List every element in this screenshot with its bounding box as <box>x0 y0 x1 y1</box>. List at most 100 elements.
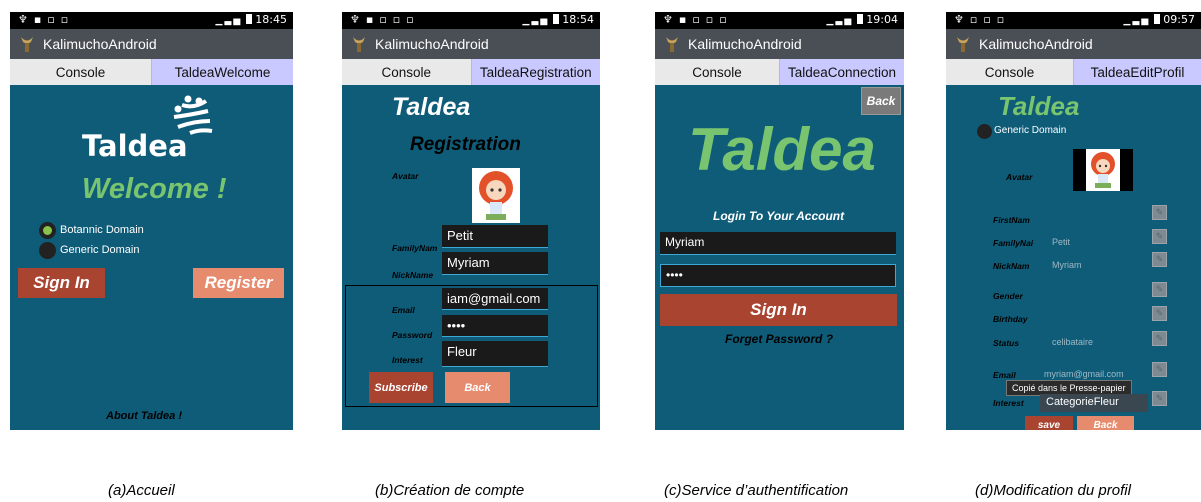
edit-email-pencil-icon[interactable]: ✎ <box>1152 362 1167 377</box>
email-value[interactable]: myriam@gmail.com <box>1044 369 1124 379</box>
email-label: Email <box>993 370 1016 380</box>
interest-label: Interest <box>392 355 423 365</box>
caption-b: (b)Création de compte <box>375 482 525 499</box>
taldea-heading: Taldea <box>392 93 471 121</box>
app-bar: KalimuchoAndroid <box>946 29 1201 59</box>
clock: 18:54 <box>562 13 594 26</box>
app-bar: KalimuchoAndroid <box>10 29 293 59</box>
avatar-label: Avatar <box>1006 172 1033 182</box>
password-field[interactable]: •••• <box>660 264 896 287</box>
nickname-field[interactable]: Myriam <box>442 252 548 275</box>
gender-label: Gender <box>993 291 1023 301</box>
back-button[interactable]: Back <box>1077 416 1134 430</box>
email-label: Email <box>392 305 415 315</box>
about-link[interactable]: About Taldea ! <box>106 410 182 422</box>
signal-icon: ▁▃▅ <box>215 16 243 26</box>
app-bar: KalimuchoAndroid <box>342 29 600 59</box>
password-field[interactable]: •••• <box>442 315 548 337</box>
battery-icon <box>553 14 560 24</box>
interest-select[interactable]: CategorieFleur <box>1040 394 1148 412</box>
edit-birthday-pencil-icon[interactable]: ✎ <box>1152 306 1167 321</box>
app-logo-icon <box>957 37 969 52</box>
app-bar: KalimuchoAndroid <box>655 29 904 59</box>
register-button[interactable]: Register <box>193 268 284 298</box>
birthday-label: Birthday <box>993 314 1028 324</box>
app-title: KalimuchoAndroid <box>43 36 157 52</box>
save-button[interactable]: save <box>1025 416 1073 430</box>
app-title: KalimuchoAndroid <box>688 36 802 52</box>
signal-icon: ▁▃▅ <box>826 16 854 26</box>
interest-field[interactable]: Fleur <box>442 341 548 367</box>
app-logo-icon <box>666 37 678 52</box>
tab-taldea-edit-profil[interactable]: TaldeaEditProfil <box>1074 59 1201 85</box>
caption-d: (d)Modification du profil <box>975 482 1131 499</box>
familyname-label: FamilyNam <box>392 243 438 253</box>
taldea-logo-text: Taldea <box>82 129 188 163</box>
clock: 09:57 <box>1163 13 1195 26</box>
edit-interest-pencil-icon[interactable]: ✎ <box>1152 391 1167 406</box>
signal-icon: ▁▃▅ <box>522 16 550 26</box>
phone-screen-connection: ♆▪▫▫▫ ▁▃▅ 19:04 KalimuchoAndroid Console … <box>655 12 904 430</box>
battery-icon <box>1154 14 1161 24</box>
familyname-field[interactable]: Petit <box>442 225 548 248</box>
login-heading: Login To Your Account <box>713 209 845 223</box>
edit-nickname-pencil-icon[interactable]: ✎ <box>1152 252 1167 267</box>
clock: 18:45 <box>255 13 287 26</box>
status-label: Status <box>993 338 1019 348</box>
phone-screen-welcome: ♆▪▫▫ ▁▃▅ 18:45 KalimuchoAndroid Console T… <box>10 12 293 430</box>
familyname-value[interactable]: Petit <box>1052 237 1070 247</box>
taldea-heading: Taldea <box>688 116 876 183</box>
forget-password-link[interactable]: Forget Password ? <box>725 332 833 346</box>
app-logo-icon <box>21 37 33 52</box>
nickname-value[interactable]: Myriam <box>1052 260 1082 270</box>
radio-botanic-domain[interactable] <box>39 222 56 239</box>
username-field[interactable]: Myriam <box>660 232 896 255</box>
battery-icon <box>246 14 253 24</box>
tab-console[interactable]: Console <box>342 59 472 85</box>
tab-console[interactable]: Console <box>10 59 152 85</box>
notification-icons: ♆▪▫▫ <box>18 13 75 26</box>
avatar-label: Avatar <box>392 171 419 181</box>
tab-console[interactable]: Console <box>946 59 1074 85</box>
status-bar: ♆▪▫▫▫ ▁▃▅ 18:54 <box>342 12 600 29</box>
status-bar: ♆▫▫▫ ▁▃▅ 09:57 <box>946 12 1201 29</box>
back-button[interactable]: Back <box>861 87 901 115</box>
app-logo-icon <box>353 37 365 52</box>
subscribe-button[interactable]: Subscribe <box>369 372 433 403</box>
edit-status-pencil-icon[interactable]: ✎ <box>1152 331 1167 346</box>
tab-taldea-connection[interactable]: TaldeaConnection <box>780 59 904 85</box>
radio-botanic-label: Botannic Domain <box>60 224 144 236</box>
firstname-label: FirstNam <box>993 215 1030 225</box>
tab-console[interactable]: Console <box>655 59 780 85</box>
radio-generic-domain[interactable] <box>977 124 992 139</box>
avatar-image[interactable] <box>1073 149 1133 191</box>
sign-in-button[interactable]: Sign In <box>660 294 897 326</box>
app-title: KalimuchoAndroid <box>979 36 1093 52</box>
status-bar: ♆▪▫▫ ▁▃▅ 18:45 <box>10 12 293 29</box>
app-title: KalimuchoAndroid <box>375 36 489 52</box>
phone-screen-registration: ♆▪▫▫▫ ▁▃▅ 18:54 KalimuchoAndroid Console … <box>342 12 600 430</box>
password-label: Password <box>392 330 433 340</box>
avatar-image[interactable] <box>472 168 520 223</box>
edit-familyname-pencil-icon[interactable]: ✎ <box>1152 229 1167 244</box>
nickname-label: NickNam <box>993 261 1030 271</box>
tab-taldea-welcome[interactable]: TaldeaWelcome <box>152 59 293 85</box>
caption-c: (c)Service d’authentification <box>664 482 849 499</box>
signal-icon: ▁▃▅ <box>1123 16 1151 26</box>
email-field[interactable]: iam@gmail.com <box>442 288 548 310</box>
edit-firstname-pencil-icon[interactable]: ✎ <box>1152 205 1167 220</box>
radio-generic-label: Generic Domain <box>994 125 1067 136</box>
tab-taldea-registration[interactable]: TaldeaRegistration <box>471 59 600 85</box>
edit-gender-pencil-icon[interactable]: ✎ <box>1152 282 1167 297</box>
back-button[interactable]: Back <box>445 372 510 403</box>
welcome-heading: Welcome ! <box>82 173 227 205</box>
status-value[interactable]: celibataire <box>1052 337 1093 347</box>
radio-generic-label: Generic Domain <box>60 244 140 256</box>
registration-heading: Registration <box>410 134 521 155</box>
nickname-label: NickName <box>392 270 434 280</box>
interest-label: Interest <box>993 398 1024 408</box>
clock: 19:04 <box>866 13 898 26</box>
radio-generic-domain[interactable] <box>39 242 56 259</box>
sign-in-button[interactable]: Sign In <box>18 268 105 298</box>
caption-a: (a)Accueil <box>108 482 175 499</box>
